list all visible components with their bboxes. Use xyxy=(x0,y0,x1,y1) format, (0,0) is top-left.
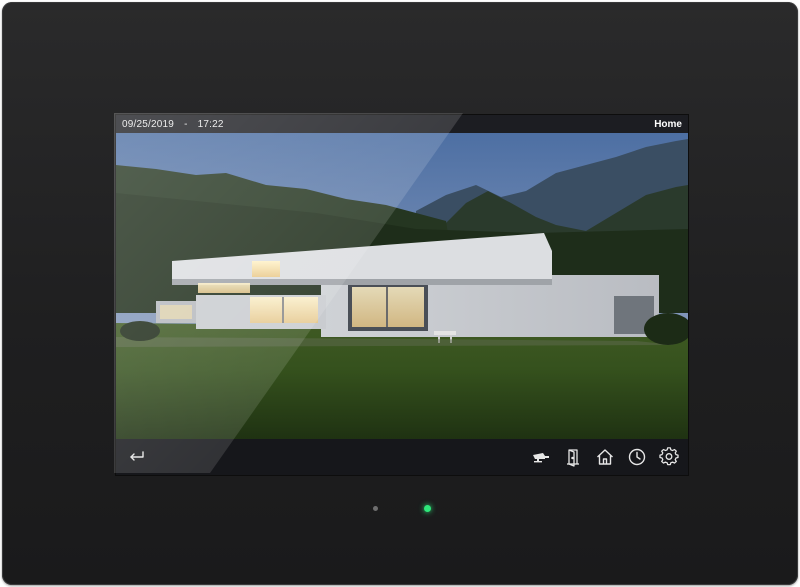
clock-icon[interactable] xyxy=(626,446,648,468)
date-time-separator: - xyxy=(184,118,188,130)
status-led xyxy=(424,505,431,512)
intercom-panel: 09/25/2019 - 17:22 Home xyxy=(2,2,798,585)
navigation-bar xyxy=(116,439,688,475)
home-icon[interactable] xyxy=(594,446,616,468)
date-text: 09/25/2019 xyxy=(122,118,175,130)
light-sensor xyxy=(373,506,378,511)
gear-icon[interactable] xyxy=(658,446,680,468)
page-title: Home xyxy=(654,118,682,130)
status-bar: 09/25/2019 - 17:22 Home xyxy=(116,115,688,133)
date-time: 09/25/2019 - 17:22 xyxy=(122,119,224,130)
camera-icon[interactable] xyxy=(530,446,552,468)
door-icon[interactable] xyxy=(562,446,584,468)
nav-icons xyxy=(530,446,680,468)
time-text: 17:22 xyxy=(197,118,224,130)
back-arrow-icon[interactable] xyxy=(126,446,148,468)
touchscreen: 09/25/2019 - 17:22 Home xyxy=(116,115,688,475)
villa-photo xyxy=(116,133,688,439)
